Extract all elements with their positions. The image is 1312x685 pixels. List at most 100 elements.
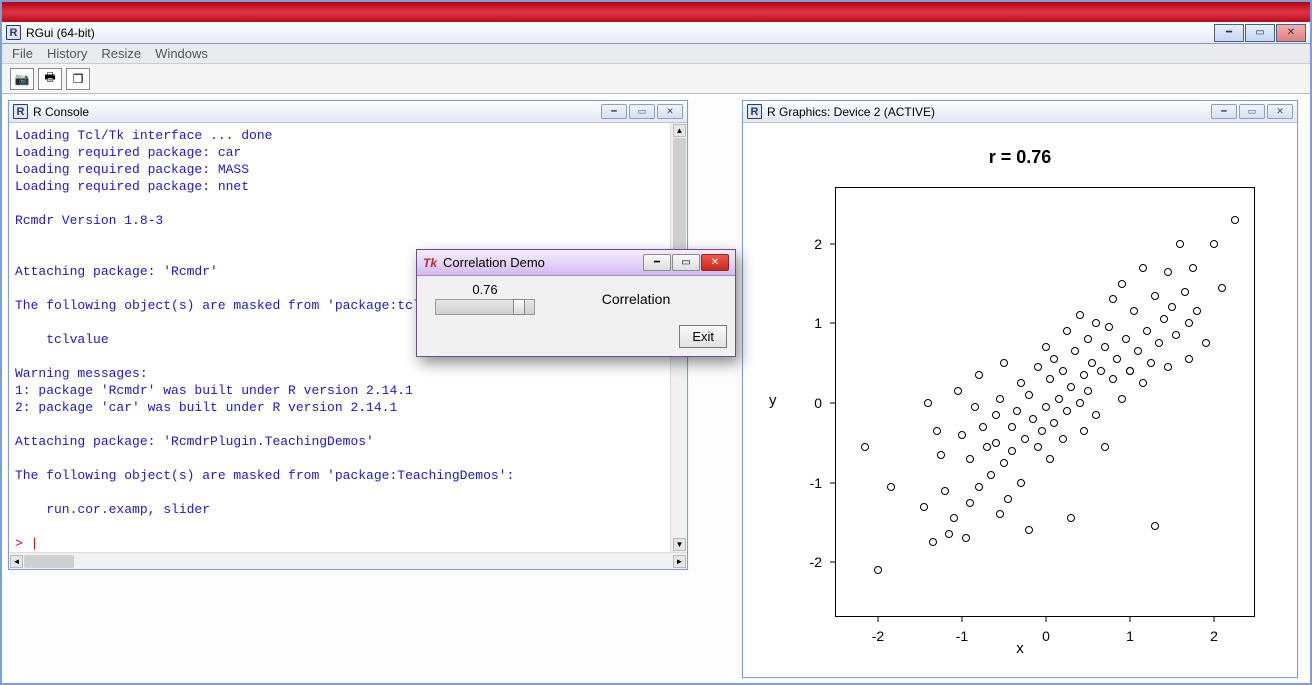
scatter-point xyxy=(1084,335,1092,343)
scatter-point xyxy=(1088,359,1096,367)
maximize-button[interactable]: ▭ xyxy=(1245,24,1275,42)
scatter-point xyxy=(1185,355,1193,363)
scroll-thumb[interactable] xyxy=(24,555,74,568)
scroll-right-icon[interactable]: ► xyxy=(673,555,686,568)
y-tick-label: 0 xyxy=(814,395,836,411)
scatter-point xyxy=(1046,375,1054,383)
scatter-point xyxy=(1008,423,1016,431)
console-close-button[interactable]: ✕ xyxy=(657,104,683,119)
mdi-workspace: R R Console ━ ▭ ✕ Loading Tcl/Tk interfa… xyxy=(2,94,1310,683)
main-title: RGui (64-bit) xyxy=(26,26,95,40)
slider-value: 0.76 xyxy=(425,282,545,297)
graphics-title: R Graphics: Device 2 (ACTIVE) xyxy=(767,105,935,119)
graphics-maximize-button[interactable]: ▭ xyxy=(1239,104,1265,119)
print-icon[interactable]: 🖶 xyxy=(38,68,62,90)
slider-knob[interactable] xyxy=(513,299,525,315)
r-console-icon: R xyxy=(13,104,28,119)
scatter-point xyxy=(1013,407,1021,415)
graphics-window: R R Graphics: Device 2 (ACTIVE) ━ ▭ ✕ r … xyxy=(742,100,1298,678)
scatter-point xyxy=(1118,280,1126,288)
graphics-canvas: r = 0.76 y -2-1012-2-1012 x xyxy=(743,123,1297,677)
scatter-point xyxy=(1151,292,1159,300)
console-cursor: | xyxy=(31,536,39,551)
scatter-point xyxy=(966,455,974,463)
scatter-point xyxy=(975,483,983,491)
scatter-point xyxy=(933,427,941,435)
y-tick-label: 2 xyxy=(814,236,836,252)
scatter-point xyxy=(924,399,932,407)
scatter-point xyxy=(1017,379,1025,387)
graphics-titlebar[interactable]: R R Graphics: Device 2 (ACTIVE) ━ ▭ ✕ xyxy=(743,101,1297,123)
dialog-title: Correlation Demo xyxy=(443,255,545,270)
menu-resize[interactable]: Resize xyxy=(101,46,141,61)
graphics-minimize-button[interactable]: ━ xyxy=(1211,104,1237,119)
menu-windows[interactable]: Windows xyxy=(155,46,208,61)
console-minimize-button[interactable]: ━ xyxy=(601,104,627,119)
toolbar: 📷 🖶 ❐ xyxy=(2,64,1310,94)
scatter-point xyxy=(1080,371,1088,379)
scatter-point xyxy=(1109,295,1117,303)
scroll-left-icon[interactable]: ◄ xyxy=(10,555,23,568)
slider-label: Correlation xyxy=(545,291,727,307)
scatter-point xyxy=(1155,339,1163,347)
console-title: R Console xyxy=(33,105,89,119)
scatter-point xyxy=(992,411,1000,419)
graphics-close-button[interactable]: ✕ xyxy=(1267,104,1293,119)
scatter-point xyxy=(1067,514,1075,522)
scatter-point xyxy=(941,487,949,495)
scatter-point xyxy=(1202,339,1210,347)
menu-history[interactable]: History xyxy=(47,46,87,61)
scatter-point xyxy=(937,451,945,459)
menu-file[interactable]: File xyxy=(12,46,33,61)
scatter-point xyxy=(987,471,995,479)
correlation-slider[interactable] xyxy=(435,299,535,315)
scatter-point xyxy=(1231,216,1239,224)
scatter-point xyxy=(1160,315,1168,323)
scatter-point xyxy=(962,534,970,542)
scatter-point xyxy=(1101,343,1109,351)
dialog-titlebar[interactable]: Tk Correlation Demo ━ ▭ ✕ xyxy=(417,250,735,276)
scatter-point xyxy=(887,483,895,491)
scatter-point xyxy=(954,387,962,395)
scatter-point xyxy=(861,443,869,451)
scatter-point xyxy=(1063,327,1071,335)
console-titlebar[interactable]: R R Console ━ ▭ ✕ xyxy=(9,101,687,123)
camera-icon[interactable]: 📷 xyxy=(10,68,34,90)
scatter-point xyxy=(1168,303,1176,311)
dialog-minimize-button[interactable]: ━ xyxy=(643,254,671,271)
scatter-point xyxy=(1097,367,1105,375)
scatter-point xyxy=(1126,367,1134,375)
menubar: File History Resize Windows xyxy=(2,44,1310,64)
minimize-button[interactable]: ━ xyxy=(1214,24,1244,42)
red-stripe xyxy=(2,2,1310,22)
tk-icon: Tk xyxy=(423,256,437,270)
scatter-point xyxy=(1059,435,1067,443)
scatter-point xyxy=(1042,343,1050,351)
scatter-point xyxy=(1050,355,1058,363)
console-prompt: > xyxy=(15,536,31,551)
console-maximize-button[interactable]: ▭ xyxy=(629,104,655,119)
scatter-point xyxy=(1101,443,1109,451)
close-button[interactable]: ✕ xyxy=(1276,24,1306,42)
scatter-point xyxy=(950,514,958,522)
scatter-point xyxy=(1038,427,1046,435)
dialog-maximize-button[interactable]: ▭ xyxy=(672,254,700,271)
console-hscrollbar[interactable]: ◄ ► xyxy=(9,552,687,569)
scatter-point xyxy=(1164,268,1172,276)
scatter-point xyxy=(1084,387,1092,395)
scroll-down-icon[interactable]: ▼ xyxy=(673,538,686,551)
scatter-point xyxy=(1059,367,1067,375)
scatter-point xyxy=(1076,399,1084,407)
scatter-point xyxy=(1034,443,1042,451)
dialog-close-button[interactable]: ✕ xyxy=(701,254,729,271)
scatter-point xyxy=(874,566,882,574)
correlation-dialog: Tk Correlation Demo ━ ▭ ✕ 0.76 Corre xyxy=(416,249,736,357)
exit-button[interactable]: Exit xyxy=(679,325,727,348)
scatter-point xyxy=(1139,379,1147,387)
scatter-point xyxy=(958,431,966,439)
scroll-up-icon[interactable]: ▲ xyxy=(673,124,686,137)
scatter-point xyxy=(1092,319,1100,327)
scatter-point xyxy=(1000,359,1008,367)
cascade-icon[interactable]: ❐ xyxy=(66,68,90,90)
scatter-point xyxy=(1143,327,1151,335)
